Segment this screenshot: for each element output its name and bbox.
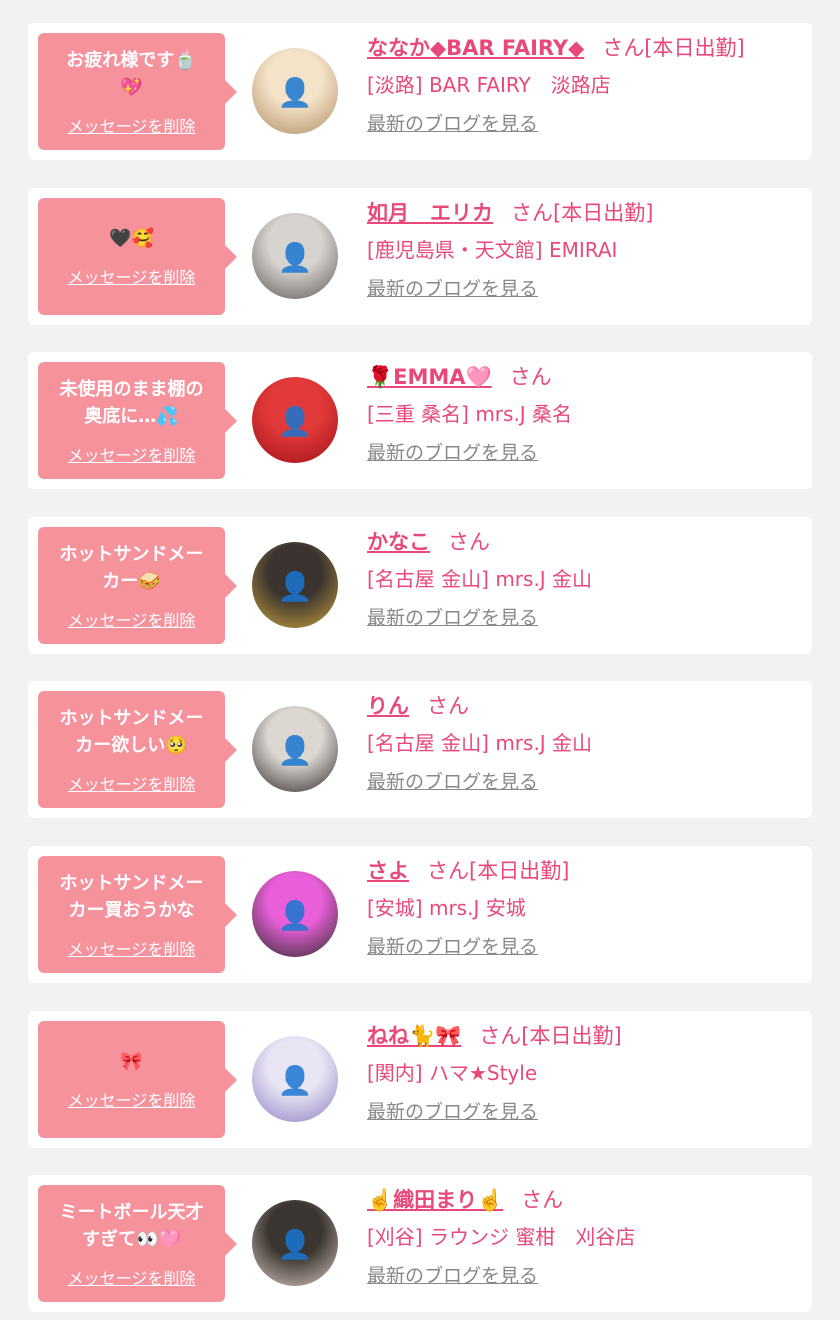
cast-name-line: りん さん — [367, 691, 800, 721]
message-bubble: お疲れ様です🍵 💖 メッセージを削除 — [38, 33, 237, 150]
avatar[interactable]: 👤 — [252, 1036, 338, 1122]
cast-name-link[interactable]: 如月 エリカ — [367, 201, 493, 225]
honorific-status: さん[本日出勤] — [602, 36, 745, 60]
cast-name-link[interactable]: さよ — [367, 859, 409, 883]
cast-name-line: 如月 エリカ さん[本日出勤] — [367, 198, 800, 228]
honorific-status: さん — [427, 694, 469, 718]
message-text: 🎀 — [120, 1051, 143, 1072]
latest-blog-link[interactable]: 最新のブログを見る — [367, 604, 538, 632]
honorific-status: さん — [509, 365, 552, 389]
person-icon: 👤 — [277, 570, 313, 603]
message-card: ホットサンドメー カー欲しい🥺 メッセージを削除 👤 りん さん [名古屋 金山]… — [28, 681, 812, 818]
message-card: ミートボール天才 すぎて👀🩷 メッセージを削除 👤 ☝️織田まり☝️ さん [刈谷… — [28, 1175, 812, 1312]
shop-info: [安城] mrs.J 安城 — [367, 896, 526, 920]
message-text: ミートボール天才 すぎて👀🩷 — [59, 1201, 204, 1250]
delete-message-link[interactable]: メッセージを削除 — [68, 607, 196, 631]
avatar[interactable]: 👤 — [252, 1200, 338, 1286]
honorific-status: さん[本日出勤] — [427, 859, 570, 883]
message-text: お疲れ様です🍵 💖 — [66, 49, 197, 98]
shop-info: [鹿児島県・天文館] EMIRAI — [367, 238, 618, 262]
shop-info: [淡路] BAR FAIRY 淡路店 — [367, 73, 611, 97]
latest-blog-link[interactable]: 最新のブログを見る — [367, 110, 538, 138]
latest-blog-link[interactable]: 最新のブログを見る — [367, 768, 538, 796]
cast-info: ねね🐈🎀 さん[本日出勤] [関内] ハマ★Style 最新のブログを見る — [367, 1021, 800, 1126]
cast-name-line: さよ さん[本日出勤] — [367, 856, 800, 886]
delete-message-link[interactable]: メッセージを削除 — [68, 771, 196, 795]
latest-blog-link[interactable]: 最新のブログを見る — [367, 933, 538, 961]
person-icon: 👤 — [277, 1064, 313, 1097]
message-bubble: ホットサンドメー カー🥪 メッセージを削除 — [38, 527, 237, 644]
message-card: お疲れ様です🍵 💖 メッセージを削除 👤 ななか◆BAR FAIRY◆ さん[本日… — [28, 23, 812, 160]
latest-blog-link[interactable]: 最新のブログを見る — [367, 1098, 538, 1126]
message-bubble: ホットサンドメー カー欲しい🥺 メッセージを削除 — [38, 691, 237, 808]
cast-name-link[interactable]: ☝️織田まり☝️ — [367, 1188, 503, 1212]
message-card: 未使用のまま棚の 奥底に…💦 メッセージを削除 👤 🌹EMMA🩷 さん [三重 桑… — [28, 352, 812, 489]
avatar[interactable]: 👤 — [252, 48, 338, 134]
cast-name-link[interactable]: 🌹EMMA🩷 — [367, 365, 492, 389]
message-text: 未使用のまま棚の 奥底に…💦 — [59, 378, 204, 427]
message-card: 🎀 メッセージを削除 👤 ねね🐈🎀 さん[本日出勤] [関内] ハマ★Style … — [28, 1011, 812, 1148]
message-text: 🖤🥰 — [109, 228, 154, 249]
avatar[interactable]: 👤 — [252, 377, 338, 463]
avatar[interactable]: 👤 — [252, 542, 338, 628]
message-bubble: ミートボール天才 すぎて👀🩷 メッセージを削除 — [38, 1185, 237, 1302]
cast-name-line: ☝️織田まり☝️ さん — [367, 1185, 800, 1215]
message-card: 🖤🥰 メッセージを削除 👤 如月 エリカ さん[本日出勤] [鹿児島県・天文館] … — [28, 188, 812, 325]
message-bubble: 未使用のまま棚の 奥底に…💦 メッセージを削除 — [38, 362, 237, 479]
cast-info: 如月 エリカ さん[本日出勤] [鹿児島県・天文館] EMIRAI 最新のブログを… — [367, 198, 800, 303]
shop-info: [関内] ハマ★Style — [367, 1061, 538, 1085]
cast-info: ななか◆BAR FAIRY◆ さん[本日出勤] [淡路] BAR FAIRY 淡路… — [367, 33, 800, 138]
honorific-status: さん[本日出勤] — [511, 201, 654, 225]
message-list: お疲れ様です🍵 💖 メッセージを削除 👤 ななか◆BAR FAIRY◆ さん[本日… — [0, 0, 840, 1320]
person-icon: 👤 — [277, 734, 313, 767]
person-icon: 👤 — [277, 241, 313, 274]
shop-info: [名古屋 金山] mrs.J 金山 — [367, 567, 593, 591]
cast-info: 🌹EMMA🩷 さん [三重 桑名] mrs.J 桑名 最新のブログを見る — [367, 362, 800, 467]
person-icon: 👤 — [277, 405, 313, 438]
cast-info: かなこ さん [名古屋 金山] mrs.J 金山 最新のブログを見る — [367, 527, 800, 632]
message-card: ホットサンドメー カー🥪 メッセージを削除 👤 かなこ さん [名古屋 金山] m… — [28, 517, 812, 654]
delete-message-link[interactable]: メッセージを削除 — [68, 1087, 196, 1111]
message-bubble: 🖤🥰 メッセージを削除 — [38, 198, 237, 315]
cast-info: ☝️織田まり☝️ さん [刈谷] ラウンジ 蜜柑 刈谷店 最新のブログを見る — [367, 1185, 800, 1290]
delete-message-link[interactable]: メッセージを削除 — [68, 1265, 196, 1289]
latest-blog-link[interactable]: 最新のブログを見る — [367, 275, 538, 303]
delete-message-link[interactable]: メッセージを削除 — [68, 936, 196, 960]
avatar[interactable]: 👤 — [252, 706, 338, 792]
message-card: ホットサンドメー カー買おうかな メッセージを削除 👤 さよ さん[本日出勤] [… — [28, 846, 812, 983]
cast-name-link[interactable]: ななか◆BAR FAIRY◆ — [367, 36, 584, 60]
shop-info: [名古屋 金山] mrs.J 金山 — [367, 731, 593, 755]
person-icon: 👤 — [277, 1228, 313, 1261]
person-icon: 👤 — [277, 76, 313, 109]
cast-name-link[interactable]: ねね🐈🎀 — [367, 1024, 461, 1048]
shop-info: [三重 桑名] mrs.J 桑名 — [367, 402, 573, 426]
cast-info: さよ さん[本日出勤] [安城] mrs.J 安城 最新のブログを見る — [367, 856, 800, 961]
delete-message-link[interactable]: メッセージを削除 — [68, 113, 196, 137]
message-bubble: ホットサンドメー カー買おうかな メッセージを削除 — [38, 856, 237, 973]
avatar[interactable]: 👤 — [252, 213, 338, 299]
shop-info: [刈谷] ラウンジ 蜜柑 刈谷店 — [367, 1225, 636, 1249]
cast-name-line: ななか◆BAR FAIRY◆ さん[本日出勤] — [367, 33, 800, 63]
avatar[interactable]: 👤 — [252, 871, 338, 957]
honorific-status: さん[本日出勤] — [479, 1024, 622, 1048]
cast-name-link[interactable]: りん — [367, 694, 409, 718]
cast-info: りん さん [名古屋 金山] mrs.J 金山 最新のブログを見る — [367, 691, 800, 796]
cast-name-link[interactable]: かなこ — [367, 530, 430, 554]
latest-blog-link[interactable]: 最新のブログを見る — [367, 1262, 538, 1290]
honorific-status: さん — [448, 530, 490, 554]
delete-message-link[interactable]: メッセージを削除 — [68, 264, 196, 288]
cast-name-line: かなこ さん — [367, 527, 800, 557]
message-bubble: 🎀 メッセージを削除 — [38, 1021, 237, 1138]
honorific-status: さん — [521, 1188, 564, 1212]
message-text: ホットサンドメー カー欲しい🥺 — [59, 707, 204, 756]
message-text: ホットサンドメー カー買おうかな — [59, 872, 204, 921]
person-icon: 👤 — [277, 899, 313, 932]
delete-message-link[interactable]: メッセージを削除 — [68, 442, 196, 466]
message-text: ホットサンドメー カー🥪 — [59, 543, 204, 592]
cast-name-line: 🌹EMMA🩷 さん — [367, 362, 800, 392]
cast-name-line: ねね🐈🎀 さん[本日出勤] — [367, 1021, 800, 1051]
latest-blog-link[interactable]: 最新のブログを見る — [367, 439, 538, 467]
